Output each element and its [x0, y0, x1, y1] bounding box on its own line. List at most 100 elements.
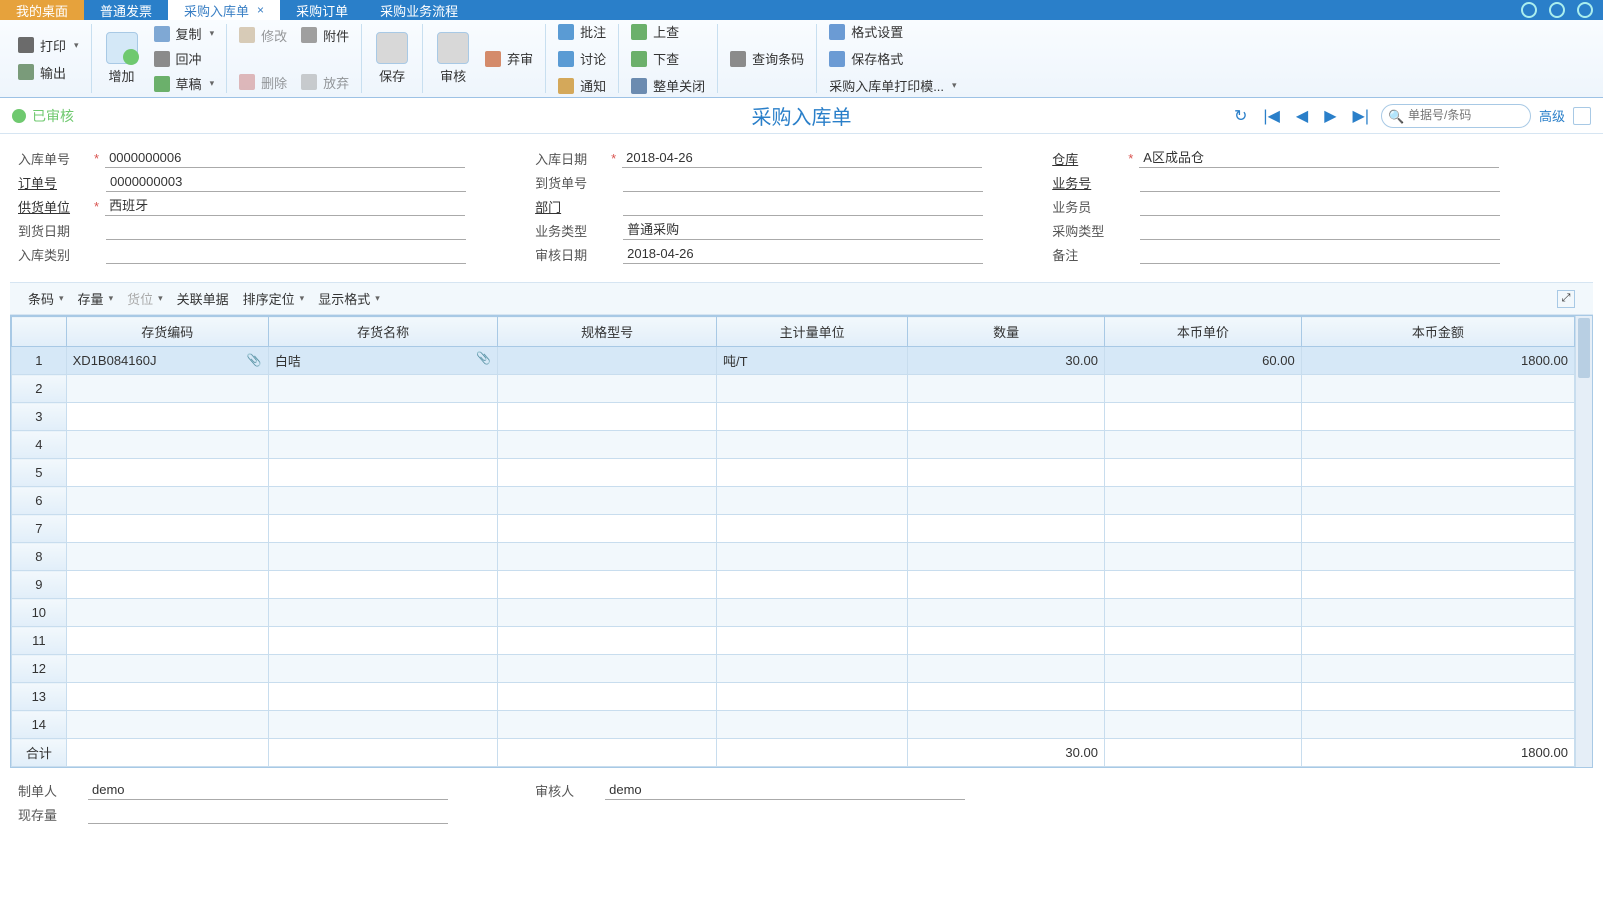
cell-unit[interactable] — [716, 403, 907, 431]
cell-code[interactable] — [66, 711, 268, 739]
close-icon[interactable]: × — [257, 3, 264, 17]
cell-spec[interactable] — [498, 571, 717, 599]
cell-qty[interactable] — [908, 627, 1105, 655]
tab-purchase-order[interactable]: 采购订单 — [280, 0, 364, 20]
cell-name[interactable] — [268, 571, 498, 599]
cell-name[interactable] — [268, 711, 498, 739]
print-template-button[interactable]: 采购入库单打印模...▾ — [825, 74, 960, 97]
search-input[interactable] — [1408, 108, 1520, 122]
cell-unit[interactable] — [716, 431, 907, 459]
cell-name[interactable] — [268, 459, 498, 487]
cell-name[interactable] — [268, 375, 498, 403]
scrollbar-thumb[interactable] — [1578, 318, 1590, 378]
cell-code[interactable] — [66, 655, 268, 683]
sync-icon[interactable] — [1521, 2, 1537, 18]
col-qty[interactable]: 数量 — [908, 317, 1105, 347]
cell-name[interactable] — [268, 683, 498, 711]
cell-qty[interactable] — [908, 599, 1105, 627]
cell-amount[interactable] — [1301, 375, 1574, 403]
cell-name[interactable] — [268, 627, 498, 655]
col-unit[interactable]: 主计量单位 — [716, 317, 907, 347]
supplier-value[interactable]: 西班牙 — [105, 196, 465, 216]
cell-spec[interactable] — [498, 655, 717, 683]
cell-amount[interactable] — [1301, 403, 1574, 431]
cell-amount[interactable]: 1800.00 — [1301, 347, 1574, 375]
cell-price[interactable]: 60.00 — [1104, 347, 1301, 375]
cell-code[interactable] — [66, 683, 268, 711]
cell-amount[interactable] — [1301, 515, 1574, 543]
position-dropdown[interactable]: 货位▾ — [127, 289, 163, 308]
tab-purchase-in[interactable]: 采购入库单 × — [168, 0, 280, 20]
cell-code[interactable] — [66, 403, 268, 431]
cell-spec[interactable] — [498, 515, 717, 543]
table-row[interactable]: 4 — [12, 431, 1575, 459]
cell-spec[interactable] — [498, 347, 717, 375]
cell-code[interactable] — [66, 599, 268, 627]
next-button[interactable]: ▶ — [1320, 106, 1340, 126]
salesman-value[interactable] — [1140, 196, 1500, 216]
cell-unit[interactable] — [716, 515, 907, 543]
add-button[interactable]: 增加 — [100, 28, 144, 89]
purchase-type-value[interactable] — [1140, 220, 1500, 240]
cell-qty[interactable] — [908, 711, 1105, 739]
cell-price[interactable] — [1104, 599, 1301, 627]
warehouse-label[interactable]: 仓库 — [1052, 149, 1122, 168]
cell-unit[interactable] — [716, 655, 907, 683]
biz-no-label[interactable]: 业务号 — [1052, 173, 1122, 192]
cell-name[interactable] — [268, 431, 498, 459]
col-rownum[interactable] — [12, 317, 67, 347]
cell-unit[interactable] — [716, 571, 907, 599]
cell-spec[interactable] — [498, 403, 717, 431]
cell-qty[interactable] — [908, 515, 1105, 543]
cell-amount[interactable] — [1301, 459, 1574, 487]
cell-qty[interactable] — [908, 655, 1105, 683]
cell-code[interactable] — [66, 375, 268, 403]
cell-amount[interactable] — [1301, 571, 1574, 599]
cell-code[interactable]: XD1B084160J📎 — [66, 347, 268, 375]
cell-qty[interactable]: 30.00 — [908, 347, 1105, 375]
cell-unit[interactable] — [716, 683, 907, 711]
delete-button[interactable]: 删除 — [235, 71, 291, 94]
order-no-label[interactable]: 订单号 — [18, 173, 88, 192]
audit-date-value[interactable]: 2018-04-26 — [623, 244, 983, 264]
cell-qty[interactable] — [908, 375, 1105, 403]
query-barcode-button[interactable]: 查询条码 — [726, 47, 808, 70]
revert-button[interactable]: 回冲 — [150, 47, 219, 70]
cell-spec[interactable] — [498, 543, 717, 571]
cell-unit[interactable] — [716, 487, 907, 515]
cell-qty[interactable] — [908, 683, 1105, 711]
up-query-button[interactable]: 上查 — [627, 20, 709, 43]
in-type-value[interactable] — [106, 244, 466, 264]
attach-button[interactable]: 附件 — [297, 24, 353, 47]
refresh-button[interactable]: ↻ — [1230, 106, 1251, 126]
cell-unit[interactable] — [716, 459, 907, 487]
cell-name[interactable] — [268, 599, 498, 627]
prev-button[interactable]: ◀ — [1292, 106, 1312, 126]
cell-qty[interactable] — [908, 431, 1105, 459]
audit-button[interactable]: 审核 — [431, 28, 475, 89]
cell-price[interactable] — [1104, 515, 1301, 543]
cell-price[interactable] — [1104, 459, 1301, 487]
cell-name[interactable] — [268, 515, 498, 543]
in-date-value[interactable]: 2018-04-26 — [622, 148, 982, 168]
table-row[interactable]: 6 — [12, 487, 1575, 515]
table-row[interactable]: 2 — [12, 375, 1575, 403]
cell-unit[interactable] — [716, 375, 907, 403]
display-dropdown[interactable]: 显示格式▾ — [318, 289, 380, 308]
cell-amount[interactable] — [1301, 487, 1574, 515]
cell-unit[interactable]: 吨/T — [716, 347, 907, 375]
cell-name[interactable] — [268, 487, 498, 515]
tab-purchase-flow[interactable]: 采购业务流程 — [364, 0, 474, 20]
reject-button[interactable]: 弃审 — [481, 47, 537, 70]
cell-price[interactable] — [1104, 543, 1301, 571]
copy-button[interactable]: 复制▾ — [150, 22, 219, 45]
in-no-value[interactable]: 0000000006 — [105, 148, 465, 168]
paperclip-icon[interactable]: 📎 — [476, 351, 491, 365]
cell-amount[interactable] — [1301, 543, 1574, 571]
tab-desktop[interactable]: 我的桌面 — [0, 0, 84, 20]
cell-name[interactable] — [268, 655, 498, 683]
settings-icon[interactable] — [1573, 107, 1591, 125]
draft-button[interactable]: 草稿▾ — [150, 72, 219, 95]
cell-code[interactable] — [66, 487, 268, 515]
down-query-button[interactable]: 下查 — [627, 47, 709, 70]
